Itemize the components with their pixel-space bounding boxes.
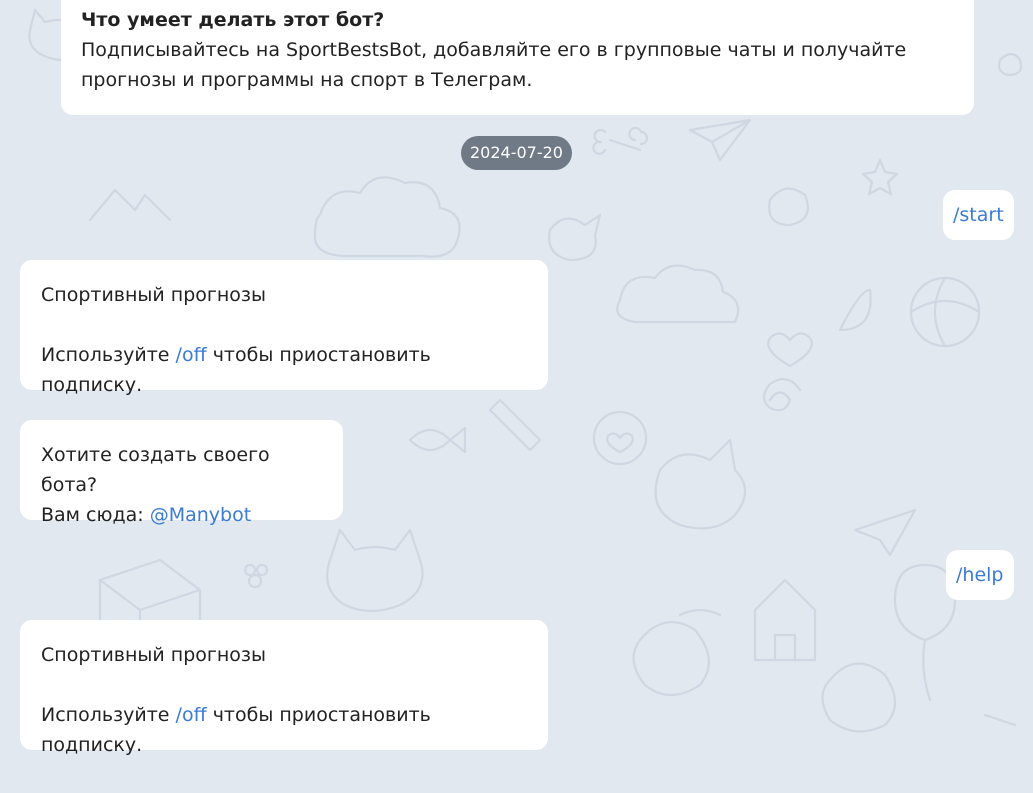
bird-doodle <box>548 213 602 262</box>
incoming-message: Спортивный прогнозы Используйте /off что… <box>20 260 548 396</box>
house-doodle <box>753 578 817 662</box>
pup-doodle <box>632 620 710 697</box>
plane-doodle-2 <box>853 508 917 557</box>
message-line: Спортивный прогнозы <box>41 644 267 666</box>
snail-doodle <box>997 52 1023 77</box>
command-link-help[interactable]: /help <box>956 564 1003 586</box>
heart-doodle <box>767 332 813 368</box>
mountain-doodle <box>88 188 172 222</box>
bot-description-line-2: прогнозы и программы на спорт в Телеграм… <box>81 69 533 91</box>
mention-link-manybot[interactable]: @Manybot <box>150 504 251 526</box>
bone-doodle-2 <box>983 713 1017 727</box>
pencil-doodle <box>488 398 542 452</box>
outgoing-message-start[interactable]: /start <box>943 190 1014 240</box>
star-doodle <box>861 158 899 196</box>
pup-doodle-2 <box>821 662 897 733</box>
message-line: Используйте /off чтобы приостановить под… <box>41 700 528 760</box>
leaf-doodle <box>838 288 872 332</box>
flower-doodle <box>243 563 269 589</box>
swirl-doodle <box>762 378 802 412</box>
command-link-off[interactable]: /off <box>176 704 207 726</box>
message-text: Используйте <box>41 344 176 366</box>
command-link-start[interactable]: /start <box>953 204 1004 226</box>
cat-doodle <box>326 528 424 613</box>
dog-doodle <box>654 438 747 530</box>
fish-doodle <box>408 426 467 454</box>
message-line: Вам сюда: @Manybot <box>41 500 323 530</box>
bone-doodle <box>592 126 649 155</box>
date-separator: 2024-07-20 <box>461 136 572 170</box>
message-line: Хотите создать своего бота? <box>41 444 270 496</box>
message-text: Вам сюда: <box>41 504 150 526</box>
cloud-doodle-2 <box>616 264 740 324</box>
message-line: Спортивный прогнозы <box>41 284 267 306</box>
plane-doodle <box>688 118 752 162</box>
message-line: Используйте /off чтобы приостановить под… <box>41 340 528 400</box>
ball-doodle <box>909 276 981 348</box>
bot-description-title: Что умеет делать этот бот? <box>81 9 385 31</box>
bot-description-card: Что умеет делать этот бот? Подписывайтес… <box>61 0 974 115</box>
message-text: Используйте <box>41 704 176 726</box>
halo-doodle <box>678 608 722 617</box>
outgoing-message-help[interactable]: /help <box>946 550 1014 600</box>
cloud-doodle <box>313 176 461 258</box>
bot-description-line-1: Подписывайтесь на SportBestsBot, добавля… <box>81 39 907 61</box>
heart-small-doodle <box>606 432 634 454</box>
incoming-message: Хотите создать своего бота? Вам сюда: @M… <box>20 420 343 526</box>
incoming-message: Спортивный прогнозы Используйте /off что… <box>20 620 548 756</box>
command-link-off[interactable]: /off <box>176 344 207 366</box>
bird-doodle-2 <box>768 187 809 227</box>
